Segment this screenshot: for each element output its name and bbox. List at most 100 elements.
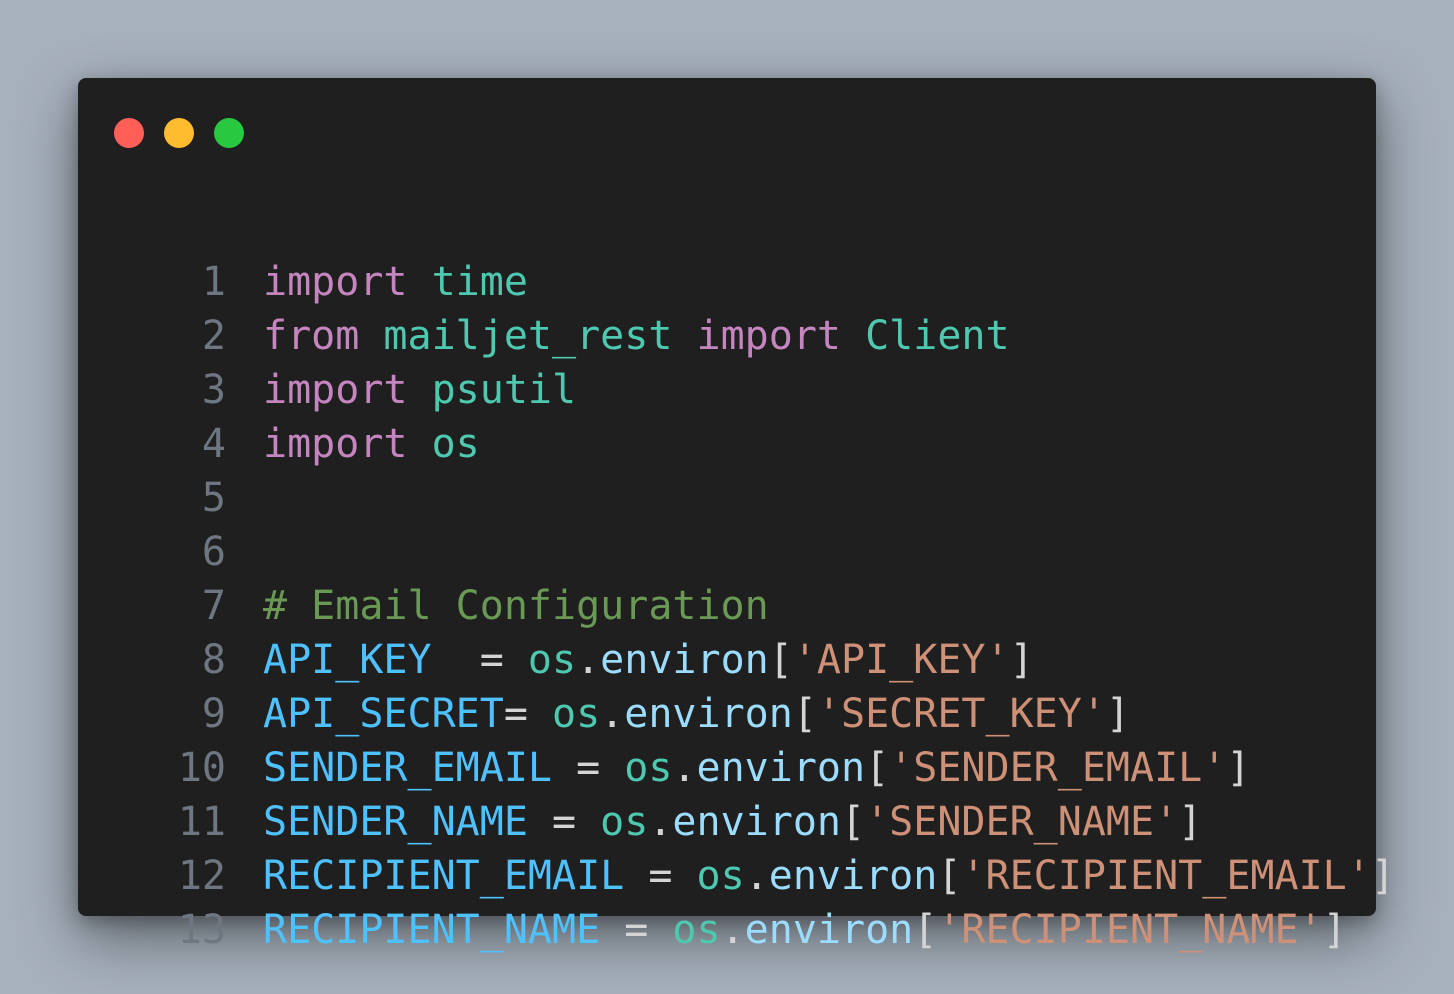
code-token-punct: ] bbox=[1322, 907, 1347, 953]
code-token-keyword: from bbox=[263, 313, 360, 359]
code-token-punct bbox=[841, 313, 865, 359]
code-token-comment: # Email Configuration bbox=[263, 583, 769, 629]
gutter-gap bbox=[226, 309, 263, 363]
code-token-module: os bbox=[624, 745, 673, 791]
code-token-punct: . bbox=[648, 799, 673, 845]
code-token-punct: . bbox=[600, 691, 625, 737]
code-token-module: os bbox=[431, 421, 480, 467]
code-window: 1 import time 2 from mailjet_rest import Cl… bbox=[78, 78, 1395, 953]
line-number: 4 bbox=[201, 421, 226, 467]
code-token-variable: SENDER_NAME bbox=[263, 799, 528, 845]
line-content: import time bbox=[263, 255, 528, 309]
code-line[interactable]: 6 bbox=[78, 525, 1395, 579]
line-content: SENDER_EMAIL = os.environ['SENDER_EMAIL'… bbox=[263, 741, 1250, 795]
gutter-gap bbox=[226, 525, 263, 579]
line-number: 2 bbox=[201, 313, 226, 359]
code-token-punct: . bbox=[744, 853, 769, 899]
code-token-punct: = bbox=[624, 853, 697, 899]
code-token-module: os bbox=[552, 691, 601, 737]
code-token-property: environ bbox=[600, 637, 769, 683]
line-number: 9 bbox=[201, 691, 226, 737]
code-token-punct bbox=[408, 259, 432, 305]
code-line[interactable]: 5 bbox=[78, 471, 1395, 525]
line-content: import os bbox=[263, 417, 480, 471]
code-editor[interactable]: 1 import time 2 from mailjet_rest import Cl… bbox=[78, 255, 1395, 957]
line-number: 10 bbox=[177, 745, 226, 791]
code-token-punct: [ bbox=[841, 799, 866, 845]
code-token-punct: = bbox=[431, 637, 528, 683]
code-token-variable: RECIPIENT_NAME bbox=[263, 907, 601, 953]
code-token-variable: API_KEY bbox=[263, 637, 432, 683]
code-token-punct: = bbox=[527, 799, 601, 845]
code-token-keyword: import bbox=[263, 259, 408, 305]
gutter-gap bbox=[226, 903, 263, 957]
code-line[interactable]: 1 import time bbox=[78, 255, 1395, 309]
code-line[interactable]: 2 from mailjet_rest import Client bbox=[78, 309, 1395, 363]
minimize-icon[interactable] bbox=[164, 118, 194, 148]
code-token-property: environ bbox=[624, 691, 793, 737]
code-line[interactable]: 3 import psutil bbox=[78, 363, 1395, 417]
code-token-property: environ bbox=[696, 745, 866, 791]
gutter-gap bbox=[226, 255, 263, 309]
gutter-gap bbox=[226, 849, 263, 903]
code-token-punct: ] bbox=[1105, 691, 1131, 737]
code-token-variable: API_SECRET bbox=[263, 691, 504, 737]
gutter-gap bbox=[226, 417, 263, 471]
code-token-punct: ] bbox=[1178, 799, 1203, 845]
code-line[interactable]: 12 RECIPIENT_EMAIL = os.environ['RECIPIEN… bbox=[78, 849, 1395, 903]
line-content: RECIPIENT_NAME = os.environ['RECIPIENT_N… bbox=[263, 903, 1347, 957]
code-token-punct: = bbox=[503, 691, 552, 737]
gutter-gap bbox=[226, 687, 263, 741]
line-number: 12 bbox=[177, 853, 226, 899]
code-token-keyword: import bbox=[696, 313, 842, 359]
code-token-punct: ] bbox=[1370, 853, 1395, 899]
code-token-punct: . bbox=[672, 745, 697, 791]
code-line[interactable]: 10 SENDER_EMAIL = os.environ['SENDER_EMAI… bbox=[78, 741, 1395, 795]
gutter-gap bbox=[226, 471, 263, 525]
gutter-gap bbox=[226, 633, 263, 687]
code-line[interactable]: 8 API_KEY = os.environ['API_KEY'] bbox=[78, 633, 1395, 687]
maximize-icon[interactable] bbox=[214, 118, 244, 148]
code-token-keyword: import bbox=[263, 421, 408, 467]
code-token-punct: [ bbox=[937, 853, 962, 899]
code-token-module: psutil bbox=[431, 367, 577, 413]
code-token-string: 'SECRET_KEY' bbox=[816, 691, 1106, 737]
code-token-punct: = bbox=[551, 745, 625, 791]
close-icon[interactable] bbox=[114, 118, 144, 148]
code-line[interactable]: 4 import os bbox=[78, 417, 1395, 471]
code-token-string: 'API_KEY' bbox=[792, 637, 1010, 683]
code-line[interactable]: 13 RECIPIENT_NAME = os.environ['RECIPIENT… bbox=[78, 903, 1395, 957]
code-token-punct: ] bbox=[1009, 637, 1034, 683]
line-number: 7 bbox=[201, 583, 226, 629]
code-token-module: os bbox=[672, 907, 721, 953]
code-token-module: mailjet_rest bbox=[383, 313, 673, 359]
code-token-module: Client bbox=[865, 313, 1010, 359]
line-content: from mailjet_rest import Client bbox=[263, 309, 1010, 363]
code-token-variable: SENDER_EMAIL bbox=[263, 745, 552, 791]
code-token-punct: ] bbox=[1226, 745, 1251, 791]
code-token-string: 'SENDER_EMAIL' bbox=[889, 745, 1227, 791]
gutter-gap bbox=[226, 741, 263, 795]
gutter-gap bbox=[226, 363, 263, 417]
gutter-gap bbox=[226, 795, 263, 849]
code-token-module: os bbox=[527, 637, 577, 683]
line-content: API_KEY = os.environ['API_KEY'] bbox=[263, 633, 1034, 687]
code-token-string: 'RECIPIENT_NAME' bbox=[937, 907, 1323, 953]
line-number: 5 bbox=[201, 475, 226, 521]
window-controls bbox=[114, 118, 244, 148]
code-token-punct bbox=[408, 367, 432, 413]
code-token-punct: . bbox=[720, 907, 745, 953]
code-token-punct: . bbox=[576, 637, 601, 683]
code-line[interactable]: 7 # Email Configuration bbox=[78, 579, 1395, 633]
line-number: 3 bbox=[201, 367, 226, 413]
line-content: API_SECRET= os.environ['SECRET_KEY'] bbox=[263, 687, 1130, 741]
code-token-module: time bbox=[431, 259, 528, 305]
code-token-keyword: import bbox=[263, 367, 408, 413]
code-token-punct: [ bbox=[865, 745, 890, 791]
code-line[interactable]: 11 SENDER_NAME = os.environ['SENDER_NAME'… bbox=[78, 795, 1395, 849]
line-content: # Email Configuration bbox=[263, 579, 769, 633]
code-line[interactable]: 9 API_SECRET= os.environ['SECRET_KEY'] bbox=[78, 687, 1395, 741]
code-token-punct bbox=[359, 313, 383, 359]
line-number: 11 bbox=[177, 799, 226, 845]
line-number: 1 bbox=[201, 259, 226, 305]
